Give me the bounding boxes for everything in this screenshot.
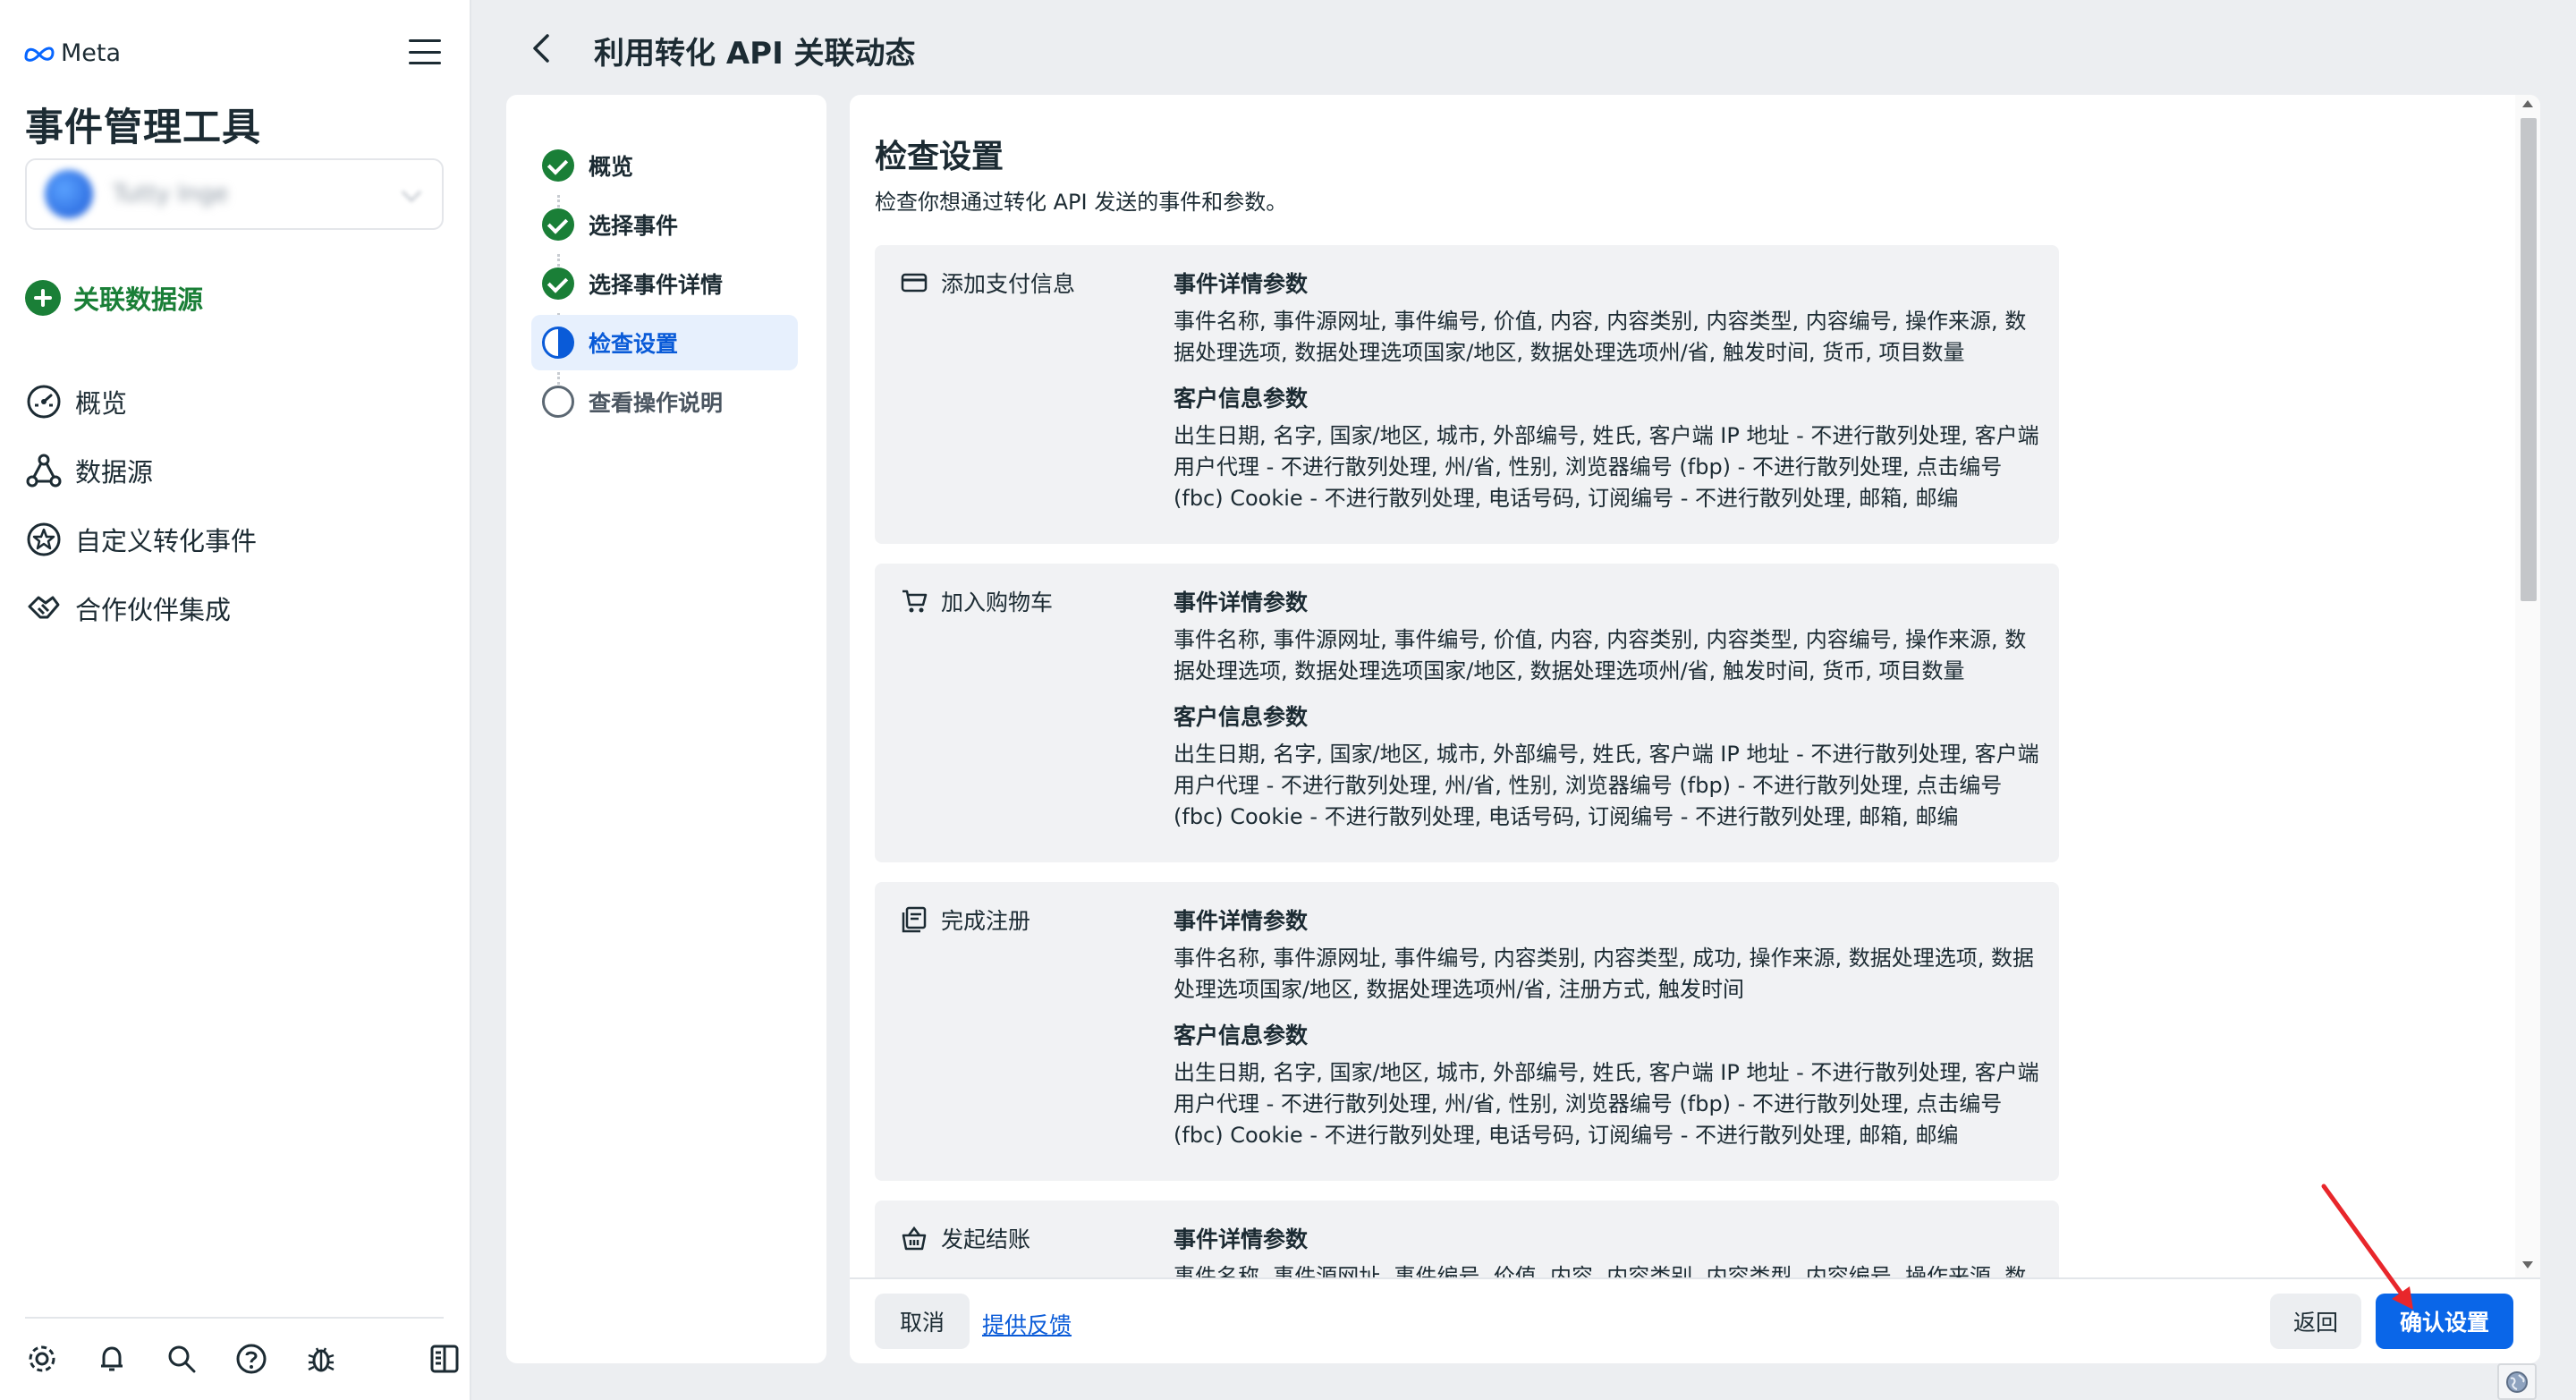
event-params: 事件详情参数 事件名称, 事件源网址, 事件编号, 价值, 内容, 内容类别, … xyxy=(1174,1222,2039,1277)
sidebar-item-custom-conversions[interactable]: 自定义转化事件 xyxy=(25,505,257,573)
annotation-arrow-icon xyxy=(2321,1184,2413,1310)
event-card: 发起结账 事件详情参数 事件名称, 事件源网址, 事件编号, 价值, 内容, 内… xyxy=(875,1201,2059,1277)
review-settings-panel: 检查设置 检查你想通过转化 API 发送的事件和参数。 添加支付信息 事件详情参… xyxy=(850,95,2540,1363)
step-label: 选择事件 xyxy=(589,213,679,239)
star-badge-icon xyxy=(25,521,63,558)
help-icon[interactable] xyxy=(234,1342,268,1376)
check-circle-icon xyxy=(542,208,574,241)
customer-params-list: 出生日期, 名字, 国家/地区, 城市, 外部编号, 姓氏, 客户端 IP 地址… xyxy=(1174,742,2039,829)
event-params-title: 事件详情参数 xyxy=(1174,1226,1309,1252)
sidebar-divider xyxy=(25,1317,444,1319)
step-label: 选择事件详情 xyxy=(589,272,724,298)
connect-data-source-button[interactable]: 关联数据源 xyxy=(25,279,203,317)
cancel-button[interactable]: 取消 xyxy=(875,1294,970,1349)
event-params-list: 事件名称, 事件源网址, 事件编号, 价值, 内容, 内容类别, 内容类型, 内… xyxy=(1174,309,2027,365)
customer-params-list: 出生日期, 名字, 国家/地区, 城市, 外部编号, 姓氏, 客户端 IP 地址… xyxy=(1174,423,2039,511)
scrollbar[interactable] xyxy=(2515,95,2540,1277)
sidebar-item-partner-integrations[interactable]: 合作伙伴集成 xyxy=(25,573,257,642)
cart-icon xyxy=(900,588,928,615)
setup-steps-panel: 概览 选择事件 选择事件详情 检查设置 查看操作说明 xyxy=(506,95,826,1363)
panel-toggle-icon[interactable] xyxy=(428,1342,462,1376)
bug-icon[interactable] xyxy=(304,1342,338,1376)
event-params-title: 事件详情参数 xyxy=(1174,271,1309,297)
step-select-events[interactable]: 选择事件 xyxy=(531,197,798,252)
event-card: 完成注册 事件详情参数 事件名称, 事件源网址, 事件编号, 内容类别, 内容类… xyxy=(875,882,2059,1181)
sidebar-nav: 概览 数据源 自定义转化事件 合作伙伴集成 xyxy=(25,367,257,642)
customer-params-title: 客户信息参数 xyxy=(1174,386,1309,412)
half-circle-icon xyxy=(542,327,574,359)
event-name: 添加支付信息 xyxy=(900,267,1075,299)
event-params-list: 事件名称, 事件源网址, 事件编号, 价值, 内容, 内容类别, 内容类型, 内… xyxy=(1174,627,2027,683)
scroll-up-arrow-icon[interactable] xyxy=(2522,100,2533,107)
registration-icon xyxy=(900,906,928,933)
account-avatar xyxy=(45,170,93,218)
event-card: 加入购物车 事件详情参数 事件名称, 事件源网址, 事件编号, 价值, 内容, … xyxy=(875,564,2059,862)
step-label: 概览 xyxy=(589,154,634,180)
connect-data-source-label: 关联数据源 xyxy=(73,284,204,315)
event-params: 事件详情参数 事件名称, 事件源网址, 事件编号, 内容类别, 内容类型, 成功… xyxy=(1174,904,2039,1164)
panel-footer: 取消 提供反馈 返回 确认设置 xyxy=(850,1277,2540,1363)
event-params-title: 事件详情参数 xyxy=(1174,908,1309,934)
account-selector[interactable]: Tutty Inge xyxy=(25,158,444,230)
event-name-label: 添加支付信息 xyxy=(941,271,1076,297)
event-name: 加入购物车 xyxy=(900,585,1053,617)
basket-icon xyxy=(900,1225,928,1252)
event-params: 事件详情参数 事件名称, 事件源网址, 事件编号, 价值, 内容, 内容类别, … xyxy=(1174,585,2039,845)
meta-logo-icon xyxy=(24,47,55,62)
event-params: 事件详情参数 事件名称, 事件源网址, 事件编号, 价值, 内容, 内容类别, … xyxy=(1174,267,2039,527)
page-title: 利用转化 API 关联动态 xyxy=(594,36,916,72)
nodes-icon xyxy=(25,452,63,489)
gauge-icon xyxy=(25,383,63,420)
step-view-instructions[interactable]: 查看操作说明 xyxy=(531,374,798,429)
credit-card-icon xyxy=(900,269,928,296)
sidebar-item-label: 自定义转化事件 xyxy=(75,525,258,556)
event-name: 发起结账 xyxy=(900,1222,1030,1254)
sidebar: Meta 事件管理工具 Tutty Inge 关联数据源 概览 数据源 自定义转… xyxy=(0,0,471,1400)
customer-params-list: 出生日期, 名字, 国家/地区, 城市, 外部编号, 姓氏, 客户端 IP 地址… xyxy=(1174,1060,2039,1148)
menu-icon[interactable] xyxy=(409,39,441,64)
meta-brand[interactable]: Meta xyxy=(23,39,121,67)
sidebar-item-data-sources[interactable]: 数据源 xyxy=(25,436,257,505)
event-name-label: 加入购物车 xyxy=(941,590,1054,615)
account-name: Tutty Inge xyxy=(113,181,229,208)
check-circle-icon xyxy=(542,149,574,182)
handshake-icon xyxy=(25,590,63,627)
app-title: 事件管理工具 xyxy=(25,106,261,150)
step-select-event-details[interactable]: 选择事件详情 xyxy=(531,256,798,311)
gear-icon[interactable] xyxy=(25,1342,59,1376)
sidebar-footer xyxy=(25,1342,462,1376)
event-card: 添加支付信息 事件详情参数 事件名称, 事件源网址, 事件编号, 价值, 内容,… xyxy=(875,245,2059,544)
meta-logo-text: Meta xyxy=(61,39,122,67)
scrollbar-thumb[interactable] xyxy=(2521,118,2537,601)
bell-icon[interactable] xyxy=(95,1342,129,1376)
back-arrow-icon[interactable] xyxy=(524,30,560,66)
customer-params-title: 客户信息参数 xyxy=(1174,1022,1309,1048)
event-params-title: 事件详情参数 xyxy=(1174,590,1309,615)
step-review-settings[interactable]: 检查设置 xyxy=(531,315,798,370)
customer-params-title: 客户信息参数 xyxy=(1174,704,1309,730)
check-circle-icon xyxy=(542,267,574,300)
section-title: 检查设置 xyxy=(875,139,1004,175)
step-label: 查看操作说明 xyxy=(589,390,724,416)
search-icon[interactable] xyxy=(165,1342,199,1376)
review-scroll-area[interactable]: 检查设置 检查你想通过转化 API 发送的事件和参数。 添加支付信息 事件详情参… xyxy=(850,95,2515,1277)
plus-circle-icon xyxy=(25,280,61,316)
sidebar-item-label: 数据源 xyxy=(75,456,154,488)
globe-icon[interactable] xyxy=(2497,1363,2537,1400)
empty-circle-icon xyxy=(542,386,574,418)
section-description: 检查你想通过转化 API 发送的事件和参数。 xyxy=(875,190,1288,215)
step-overview[interactable]: 概览 xyxy=(531,138,798,193)
event-params-list: 事件名称, 事件源网址, 事件编号, 内容类别, 内容类型, 成功, 操作来源,… xyxy=(1174,946,2035,1002)
feedback-link[interactable]: 提供反馈 xyxy=(982,1308,1072,1340)
event-params-list: 事件名称, 事件源网址, 事件编号, 价值, 内容, 内容类别, 内容类型, 内… xyxy=(1174,1264,2027,1277)
scroll-down-arrow-icon[interactable] xyxy=(2522,1261,2533,1268)
chevron-down-icon xyxy=(401,182,422,203)
sidebar-item-overview[interactable]: 概览 xyxy=(25,367,257,436)
sidebar-item-label: 概览 xyxy=(75,387,128,419)
event-name-label: 发起结账 xyxy=(941,1226,1031,1252)
step-label: 检查设置 xyxy=(589,331,679,357)
event-name-label: 完成注册 xyxy=(941,908,1031,934)
event-name: 完成注册 xyxy=(900,904,1030,936)
sidebar-item-label: 合作伙伴集成 xyxy=(75,594,232,625)
